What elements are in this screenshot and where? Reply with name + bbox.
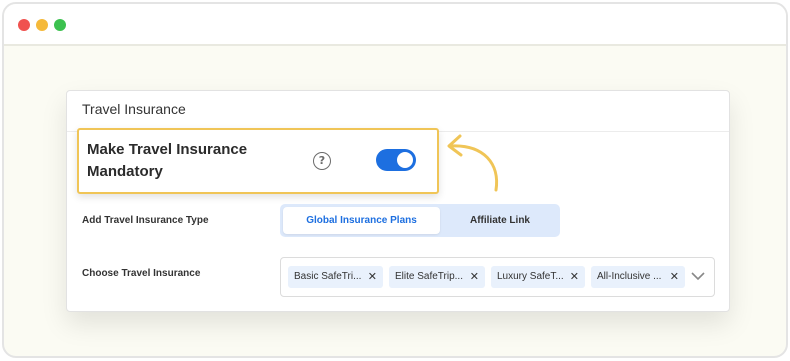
remove-chip-icon[interactable]: ✕ [470, 266, 479, 288]
maximize-window-dot[interactable] [54, 19, 66, 31]
global-insurance-plans-tab[interactable]: Global Insurance Plans [283, 207, 440, 234]
card-title: Travel Insurance [82, 101, 186, 117]
mandatory-label: Make Travel Insurance Mandatory [87, 141, 248, 180]
help-circle-icon[interactable]: ? [313, 152, 331, 170]
remove-chip-icon[interactable]: ✕ [368, 266, 377, 288]
selected-chip: All-Inclusive ... ✕ [591, 266, 685, 288]
remove-chip-icon[interactable]: ✕ [570, 266, 579, 288]
selected-chip: Basic SafeTri... ✕ [288, 266, 383, 288]
affiliate-link-tab[interactable]: Affiliate Link [440, 207, 560, 234]
choose-insurance-label: Choose Travel Insurance [82, 268, 201, 279]
insurance-type-label: Add Travel Insurance Type [82, 215, 209, 226]
insurance-multiselect[interactable]: Basic SafeTri... ✕ Elite SafeTrip... ✕ L… [280, 257, 715, 297]
travel-insurance-card: Travel Insurance Make Travel Insurance M… [66, 90, 730, 312]
chevron-down-icon[interactable] [691, 271, 705, 281]
chip-label: Basic SafeTri... [294, 271, 362, 282]
mandatory-setting-highlight: Make Travel Insurance Mandatory ? [77, 128, 439, 194]
minimize-window-dot[interactable] [36, 19, 48, 31]
toggle-knob [397, 152, 413, 168]
selected-chip: Luxury SafeT... ✕ [491, 266, 585, 288]
mandatory-toggle[interactable] [376, 149, 416, 171]
chip-label: Elite SafeTrip... [395, 271, 463, 282]
close-window-dot[interactable] [18, 19, 30, 31]
insurance-type-switch: Global Insurance Plans Affiliate Link [280, 204, 560, 237]
chip-label: Luxury SafeT... [497, 271, 564, 282]
curved-arrow-icon [447, 134, 499, 192]
window-titlebar [4, 4, 786, 46]
chip-label: All-Inclusive ... [597, 271, 662, 282]
remove-chip-icon[interactable]: ✕ [670, 266, 679, 288]
selected-chip: Elite SafeTrip... ✕ [389, 266, 485, 288]
app-window: Travel Insurance Make Travel Insurance M… [2, 2, 788, 358]
